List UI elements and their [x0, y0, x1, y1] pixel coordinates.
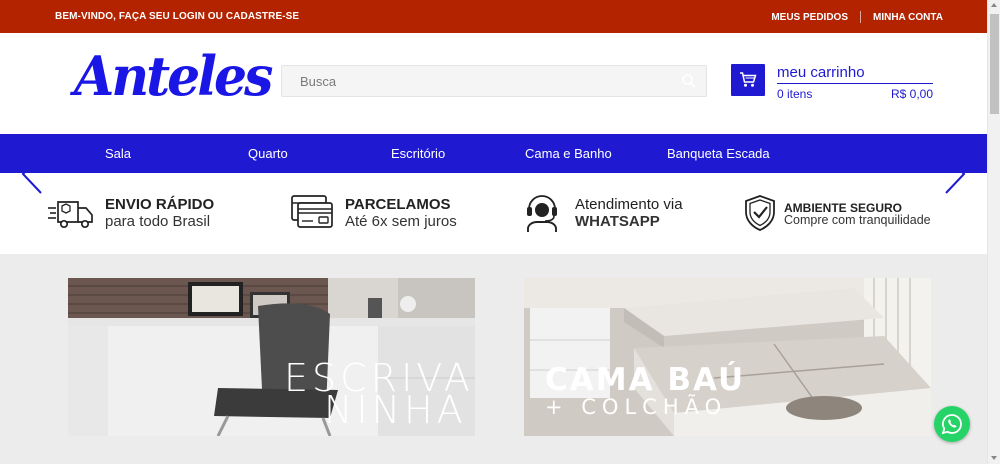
feature-subtitle: WHATSAPP [575, 213, 660, 230]
feature-whatsapp-support: Atendimento via WHATSAPP [523, 173, 723, 254]
cart-total: R$ 0,00 [890, 87, 933, 101]
nav-item-sala[interactable]: Sala [105, 146, 131, 161]
nav-item-quarto[interactable]: Quarto [248, 146, 288, 161]
nav-item-banqueta-escada[interactable]: Banqueta Escada [667, 146, 770, 161]
scroll-up-arrow-icon[interactable] [991, 3, 997, 7]
banner-escrivaninha[interactable]: ESCRIVA NINHA [68, 278, 475, 436]
cart-button[interactable] [731, 64, 765, 96]
search-icon[interactable] [681, 73, 697, 89]
scrollbar-thumb[interactable] [990, 14, 999, 114]
banner-title: CAMA BAÚ [545, 362, 746, 398]
search-box [281, 65, 707, 97]
top-links-divider [860, 11, 861, 23]
credit-card-icon [291, 195, 333, 234]
feature-subtitle: Até 6x sem juros [345, 213, 457, 230]
page: BEM-VINDO, FAÇA SEU LOGIN OU CADASTRE-SE… [0, 0, 1000, 464]
feature-secure-environment: AMBIENTE SEGURO Compre com tranquilidade [744, 173, 944, 254]
feature-installments: PARCELAMOS Até 6x sem juros [291, 173, 491, 254]
slider-next-arrow-icon[interactable] [944, 154, 966, 194]
my-account-link[interactable]: MINHA CONTA [873, 12, 943, 23]
nav-item-cama-e-banho[interactable]: Cama e Banho [525, 146, 612, 161]
nav-item-escritorio[interactable]: Escritório [391, 146, 445, 161]
search-input[interactable] [282, 66, 672, 96]
banner-subtitle: + COLCHÃO [545, 395, 728, 419]
login-register-link[interactable]: BEM-VINDO, FAÇA SEU LOGIN OU CADASTRE-SE [55, 11, 299, 22]
banner-cama-bau[interactable]: CAMA BAÚ + COLCHÃO [524, 278, 931, 436]
scroll-down-arrow-icon[interactable] [991, 456, 997, 460]
top-links: MEUS PEDIDOS MINHA CONTA [771, 11, 943, 23]
shopping-cart-icon [740, 72, 757, 87]
main-nav: Sala Quarto Escritório Cama e Banho Banq… [0, 134, 987, 173]
feature-fast-shipping: ENVIO RÁPIDO para todo Brasil [48, 173, 248, 254]
cart-divider [777, 83, 933, 84]
feature-title: Atendimento via [575, 196, 683, 213]
page-scrollbar[interactable] [987, 0, 1000, 464]
shield-check-icon [744, 194, 776, 237]
cart-title[interactable]: meu carrinho [777, 64, 865, 81]
delivery-truck-icon [48, 197, 94, 234]
feature-title: ENVIO RÁPIDO [105, 196, 215, 213]
banner-area: ESCRIVA NINHA CAMA BAÚ + COLCHÃO [0, 254, 987, 464]
whatsapp-icon [941, 414, 962, 435]
whatsapp-chat-button[interactable] [934, 406, 970, 442]
site-logo[interactable]: Anteles [74, 46, 273, 108]
slider-prev-arrow-icon[interactable] [21, 154, 43, 194]
feature-subtitle: para todo Brasil [105, 213, 211, 230]
feature-subtitle: Compre com tranquilidade [784, 213, 931, 227]
top-bar: BEM-VINDO, FAÇA SEU LOGIN OU CADASTRE-SE… [0, 0, 987, 33]
features-strip: ENVIO RÁPIDO para todo Brasil PARCELAMOS… [0, 173, 987, 254]
headset-icon [523, 189, 561, 238]
banner-subtitle: NINHA [324, 388, 467, 432]
my-orders-link[interactable]: MEUS PEDIDOS [771, 12, 848, 23]
cart-item-count: 0 itens [777, 87, 813, 101]
feature-title: PARCELAMOS [345, 196, 451, 213]
